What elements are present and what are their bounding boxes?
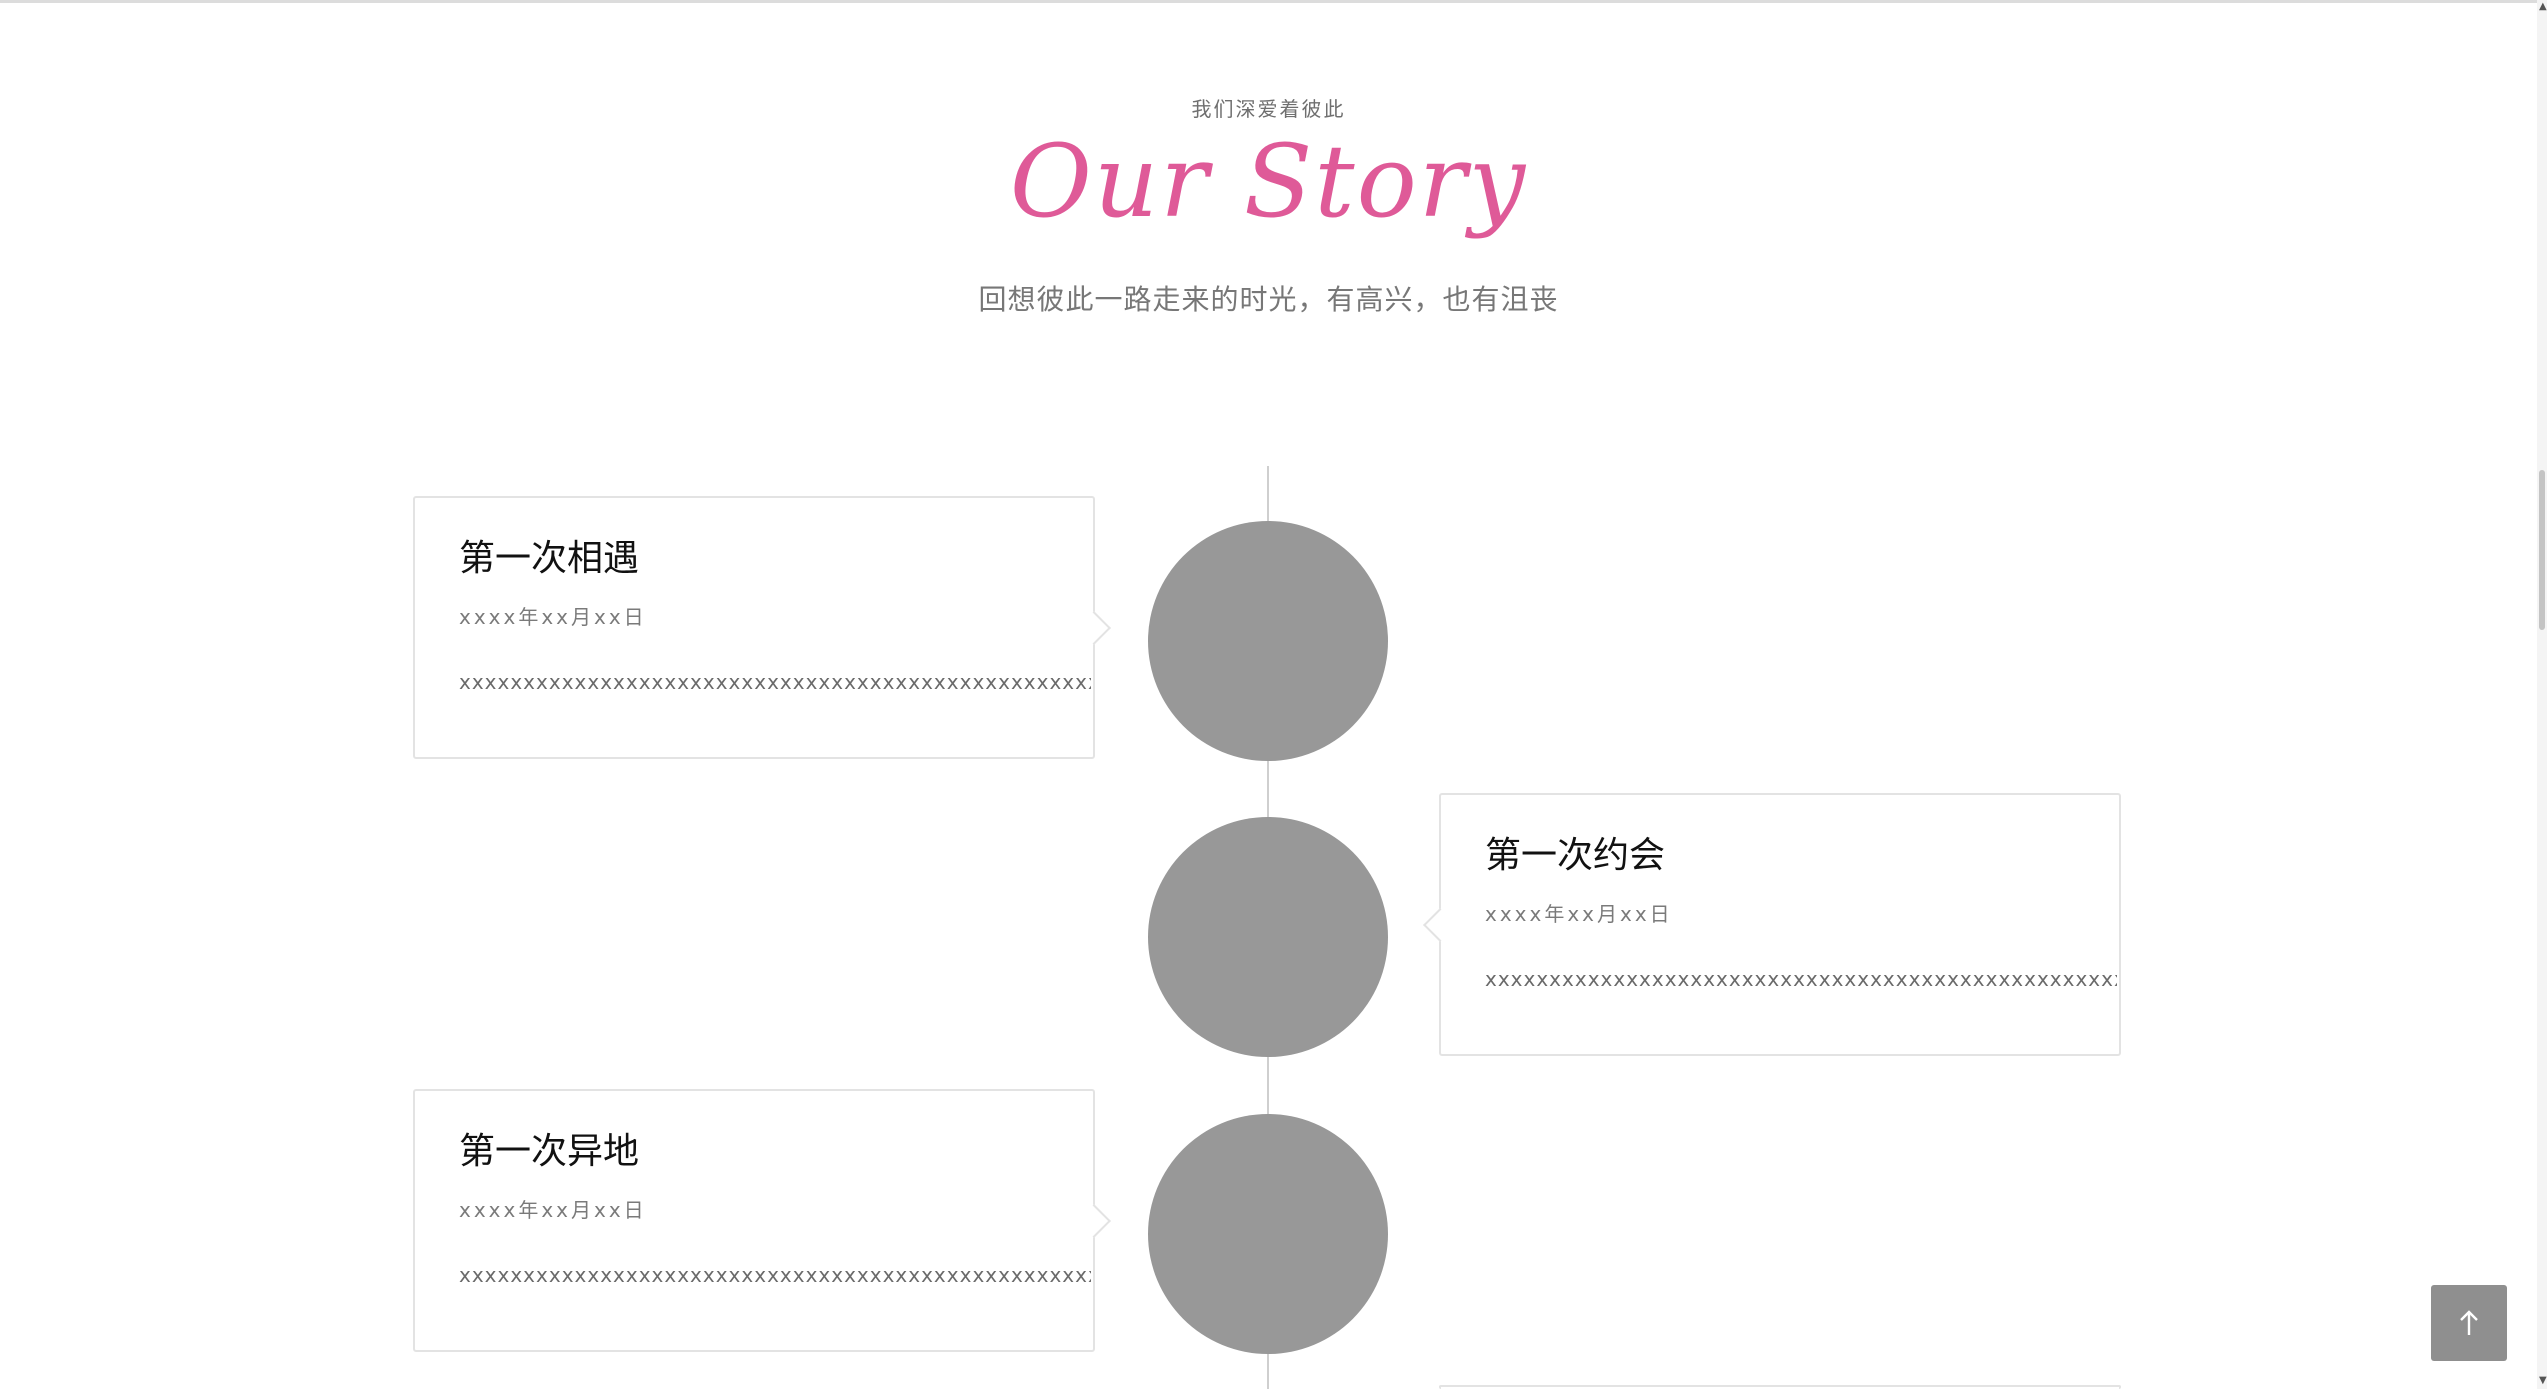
card-date: xxxx年xx月xx日 (459, 1198, 647, 1222)
card-title: 第一次约会 (1485, 835, 1666, 876)
page: 我们深爱着彼此 Our Story 回想彼此一路走来的时光，有高兴，也有沮丧 第… (0, 0, 2547, 1389)
card-date: xxxx年xx月xx日 (459, 605, 647, 629)
arrow-up-icon (2460, 1310, 2478, 1335)
card-text: xxxxxxxxxxxxxxxxxxxxxxxxxxxxxxxxxxxxxxxx… (459, 1263, 1091, 1287)
back-to-top-button[interactable] (2431, 1285, 2507, 1361)
top-divider (0, 0, 2537, 3)
card-title: 第一次相遇 (459, 538, 640, 579)
section-subtitle: 回想彼此一路走来的时光，有高兴，也有沮丧 (978, 283, 1559, 316)
timeline-card: 第一次约会 xxxx年xx月xx日 xxxxxxxxxxxxxxxxxxxxxx… (1439, 793, 2121, 1056)
timeline-card: 第一次相遇 xxxx年xx月xx日 xxxxxxxxxxxxxxxxxxxxxx… (413, 496, 1095, 759)
card-date: xxxx年xx月xx日 (1485, 902, 1673, 926)
card-title: 第一次异地 (459, 1131, 640, 1172)
timeline-dot (1148, 521, 1388, 761)
scrollbar-track[interactable] (2537, 0, 2547, 1389)
scrollbar-thumb[interactable] (2539, 470, 2545, 630)
scroll-up-arrow-icon[interactable]: ▲ (2539, 2, 2547, 12)
card-text: xxxxxxxxxxxxxxxxxxxxxxxxxxxxxxxxxxxxxxxx… (1485, 967, 2117, 991)
timeline-card: 第一次异地 xxxx年xx月xx日 xxxxxxxxxxxxxxxxxxxxxx… (413, 1089, 1095, 1352)
scroll-down-arrow-icon[interactable]: ▼ (2539, 1376, 2547, 1386)
card-text: xxxxxxxxxxxxxxxxxxxxxxxxxxxxxxxxxxxxxxxx… (459, 670, 1091, 694)
timeline-card-partial (1439, 1385, 2121, 1389)
timeline-dot (1148, 817, 1388, 1057)
timeline-dot (1148, 1114, 1388, 1354)
section-title: Our Story (1009, 123, 1528, 240)
